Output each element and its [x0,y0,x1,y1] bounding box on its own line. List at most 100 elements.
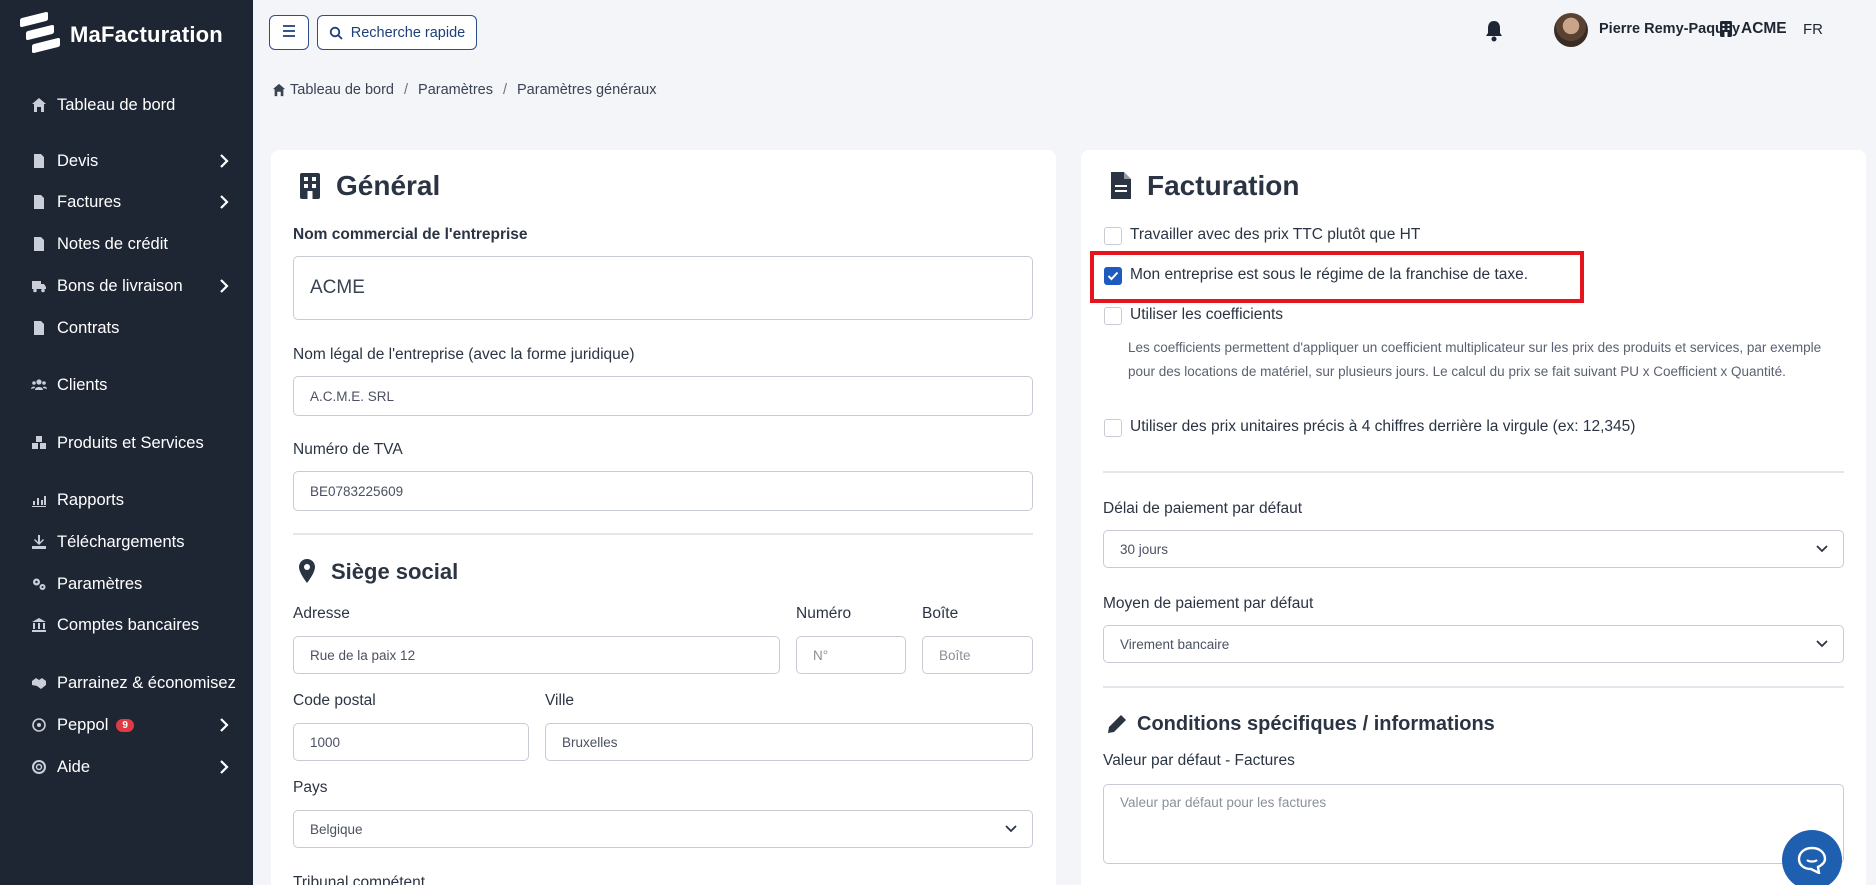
breadcrumb-separator: / [404,82,409,98]
company-name[interactable]: ACME [1741,20,1787,38]
building-icon [1719,20,1733,38]
hamburger-icon [282,24,296,41]
city-input[interactable]: Bruxelles [545,723,1033,761]
tribunal-label: Tribunal compétent [293,874,426,885]
gears-icon [30,575,48,593]
default-invoice-textarea[interactable]: Valeur par défaut pour les factures [1103,784,1844,864]
box-placeholder: Boîte [939,647,971,663]
precise-price-label: Utiliser des prix unitaires précis à 4 c… [1130,418,1636,435]
payment-method-select[interactable]: Virement bancaire [1103,625,1844,663]
sidebar-item-label: Factures [57,192,122,211]
breadcrumb-parametres[interactable]: Paramètres [418,82,493,98]
general-title: Général [336,170,441,201]
boxes-icon [30,434,48,452]
sidebar-item-label: Produits et Services [57,433,204,452]
sidebar-item-label: Peppol [57,715,109,734]
sidebar-item-clients[interactable]: Clients [0,367,253,403]
brand-logo-icon [20,11,60,57]
download-icon [30,533,48,551]
payment-method-label: Moyen de paiement par défaut [1103,595,1314,612]
sidebar-item-label: Devis [57,151,99,170]
map-pin-icon [299,559,315,583]
payment-delay-select[interactable]: 30 jours [1103,530,1844,568]
building-icon [300,173,320,199]
sidebar-item-devis[interactable]: Devis [0,143,253,179]
facturation-title: Facturation [1147,170,1300,201]
siege-title: Siège social [331,559,459,584]
vat-input[interactable]: BE0783225609 [293,471,1033,511]
ttc-checkbox[interactable] [1104,227,1122,245]
breadcrumb-dashboard[interactable]: Tableau de bord [290,82,394,98]
bell-icon[interactable] [1483,19,1505,43]
handshake-icon [30,674,48,692]
file-icon [30,235,48,253]
default-invoice-placeholder: Valeur par défaut pour les factures [1120,795,1327,810]
home-icon [272,83,286,97]
number-placeholder: N° [813,647,829,663]
divider [293,533,1033,535]
sidebar-item-comptes-bancaires[interactable]: Comptes bancaires [0,607,253,643]
pencil-icon [1108,715,1126,733]
sidebar-item-notes-de-credit[interactable]: Notes de crédit [0,226,253,262]
city-value: Bruxelles [562,734,618,750]
commercial-name-value: ACME [310,277,365,298]
coefficients-checkbox[interactable] [1104,307,1122,325]
payment-method-value: Virement bancaire [1120,636,1230,652]
number-label: Numéro [796,605,852,622]
postal-input[interactable]: 1000 [293,723,529,761]
sidebar-item-label: Tableau de bord [57,95,176,114]
language-selector[interactable]: FR [1803,21,1823,38]
sidebar-item-factures[interactable]: Factures [0,184,253,220]
quick-search-label: Recherche rapide [350,24,466,41]
sidebar-item-bons-de-livraison[interactable]: Bons de livraison [0,268,253,304]
sidebar-item-label: Aide [57,757,91,776]
sidebar-item-parrainez[interactable]: Parrainez & économisez [0,665,253,701]
quick-search-button[interactable]: Recherche rapide [317,15,477,50]
sidebar-item-tableau-de-bord[interactable]: Tableau de bord [0,87,253,123]
box-input[interactable]: Boîte [922,636,1033,674]
chat-support-button[interactable] [1782,830,1842,885]
sidebar-item-produits-et-services[interactable]: Produits et Services [0,425,253,461]
address-label: Adresse [293,605,350,622]
avatar[interactable] [1554,13,1588,47]
chevron-right-icon [217,717,231,733]
sidebar-item-peppol[interactable]: Peppol 9 [0,707,253,743]
sidebar-item-aide[interactable]: Aide [0,749,253,785]
sidebar-item-contrats[interactable]: Contrats [0,310,253,346]
users-icon [30,376,48,394]
contract-icon [30,319,48,337]
postal-value: 1000 [310,734,341,750]
legal-name-value: A.C.M.E. SRL [310,388,395,404]
chat-bubble-icon [1797,846,1827,874]
sidebar-item-telechargements[interactable]: Téléchargements [0,524,253,560]
brand-name: MaFacturation [70,22,223,47]
coefficients-help: Les coefficients permettent d'appliquer … [1128,340,1822,379]
city-label: Ville [545,692,575,709]
sidebar-item-label: Contrats [57,318,120,337]
legal-name-label: Nom légal de l'entreprise (avec la forme… [293,346,635,363]
chevron-right-icon [217,759,231,775]
commercial-name-input[interactable]: ACME [293,256,1033,320]
vat-value: BE0783225609 [310,483,404,499]
sidebar: MaFacturation Tableau de bord Devis Fact… [0,0,253,885]
sidebar-item-label: Comptes bancaires [57,615,200,634]
home-icon [30,96,48,114]
divider [1103,471,1844,473]
sidebar-item-parametres[interactable]: Paramètres [0,566,253,602]
conditions-title: Conditions spécifiques / informations [1137,713,1495,735]
default-invoice-label: Valeur par défaut - Factures [1103,752,1295,769]
peppol-count-badge: 9 [116,718,134,732]
precise-price-checkbox[interactable] [1104,419,1122,437]
peppol-icon [30,716,48,734]
brand[interactable]: MaFacturation [20,11,223,58]
legal-name-input[interactable]: A.C.M.E. SRL [293,376,1033,416]
country-select[interactable]: Belgique [293,810,1033,848]
sidebar-item-rapports[interactable]: Rapports [0,482,253,518]
vat-label: Numéro de TVA [293,441,403,458]
topbar: Recherche rapide Pierre Remy-Paquay ACME… [253,0,1876,64]
country-value: Belgique [310,821,363,837]
number-input[interactable]: N° [796,636,906,674]
menu-toggle-button[interactable] [269,15,309,50]
invoice-icon [1111,172,1131,199]
address-input[interactable]: Rue de la paix 12 [293,636,780,674]
